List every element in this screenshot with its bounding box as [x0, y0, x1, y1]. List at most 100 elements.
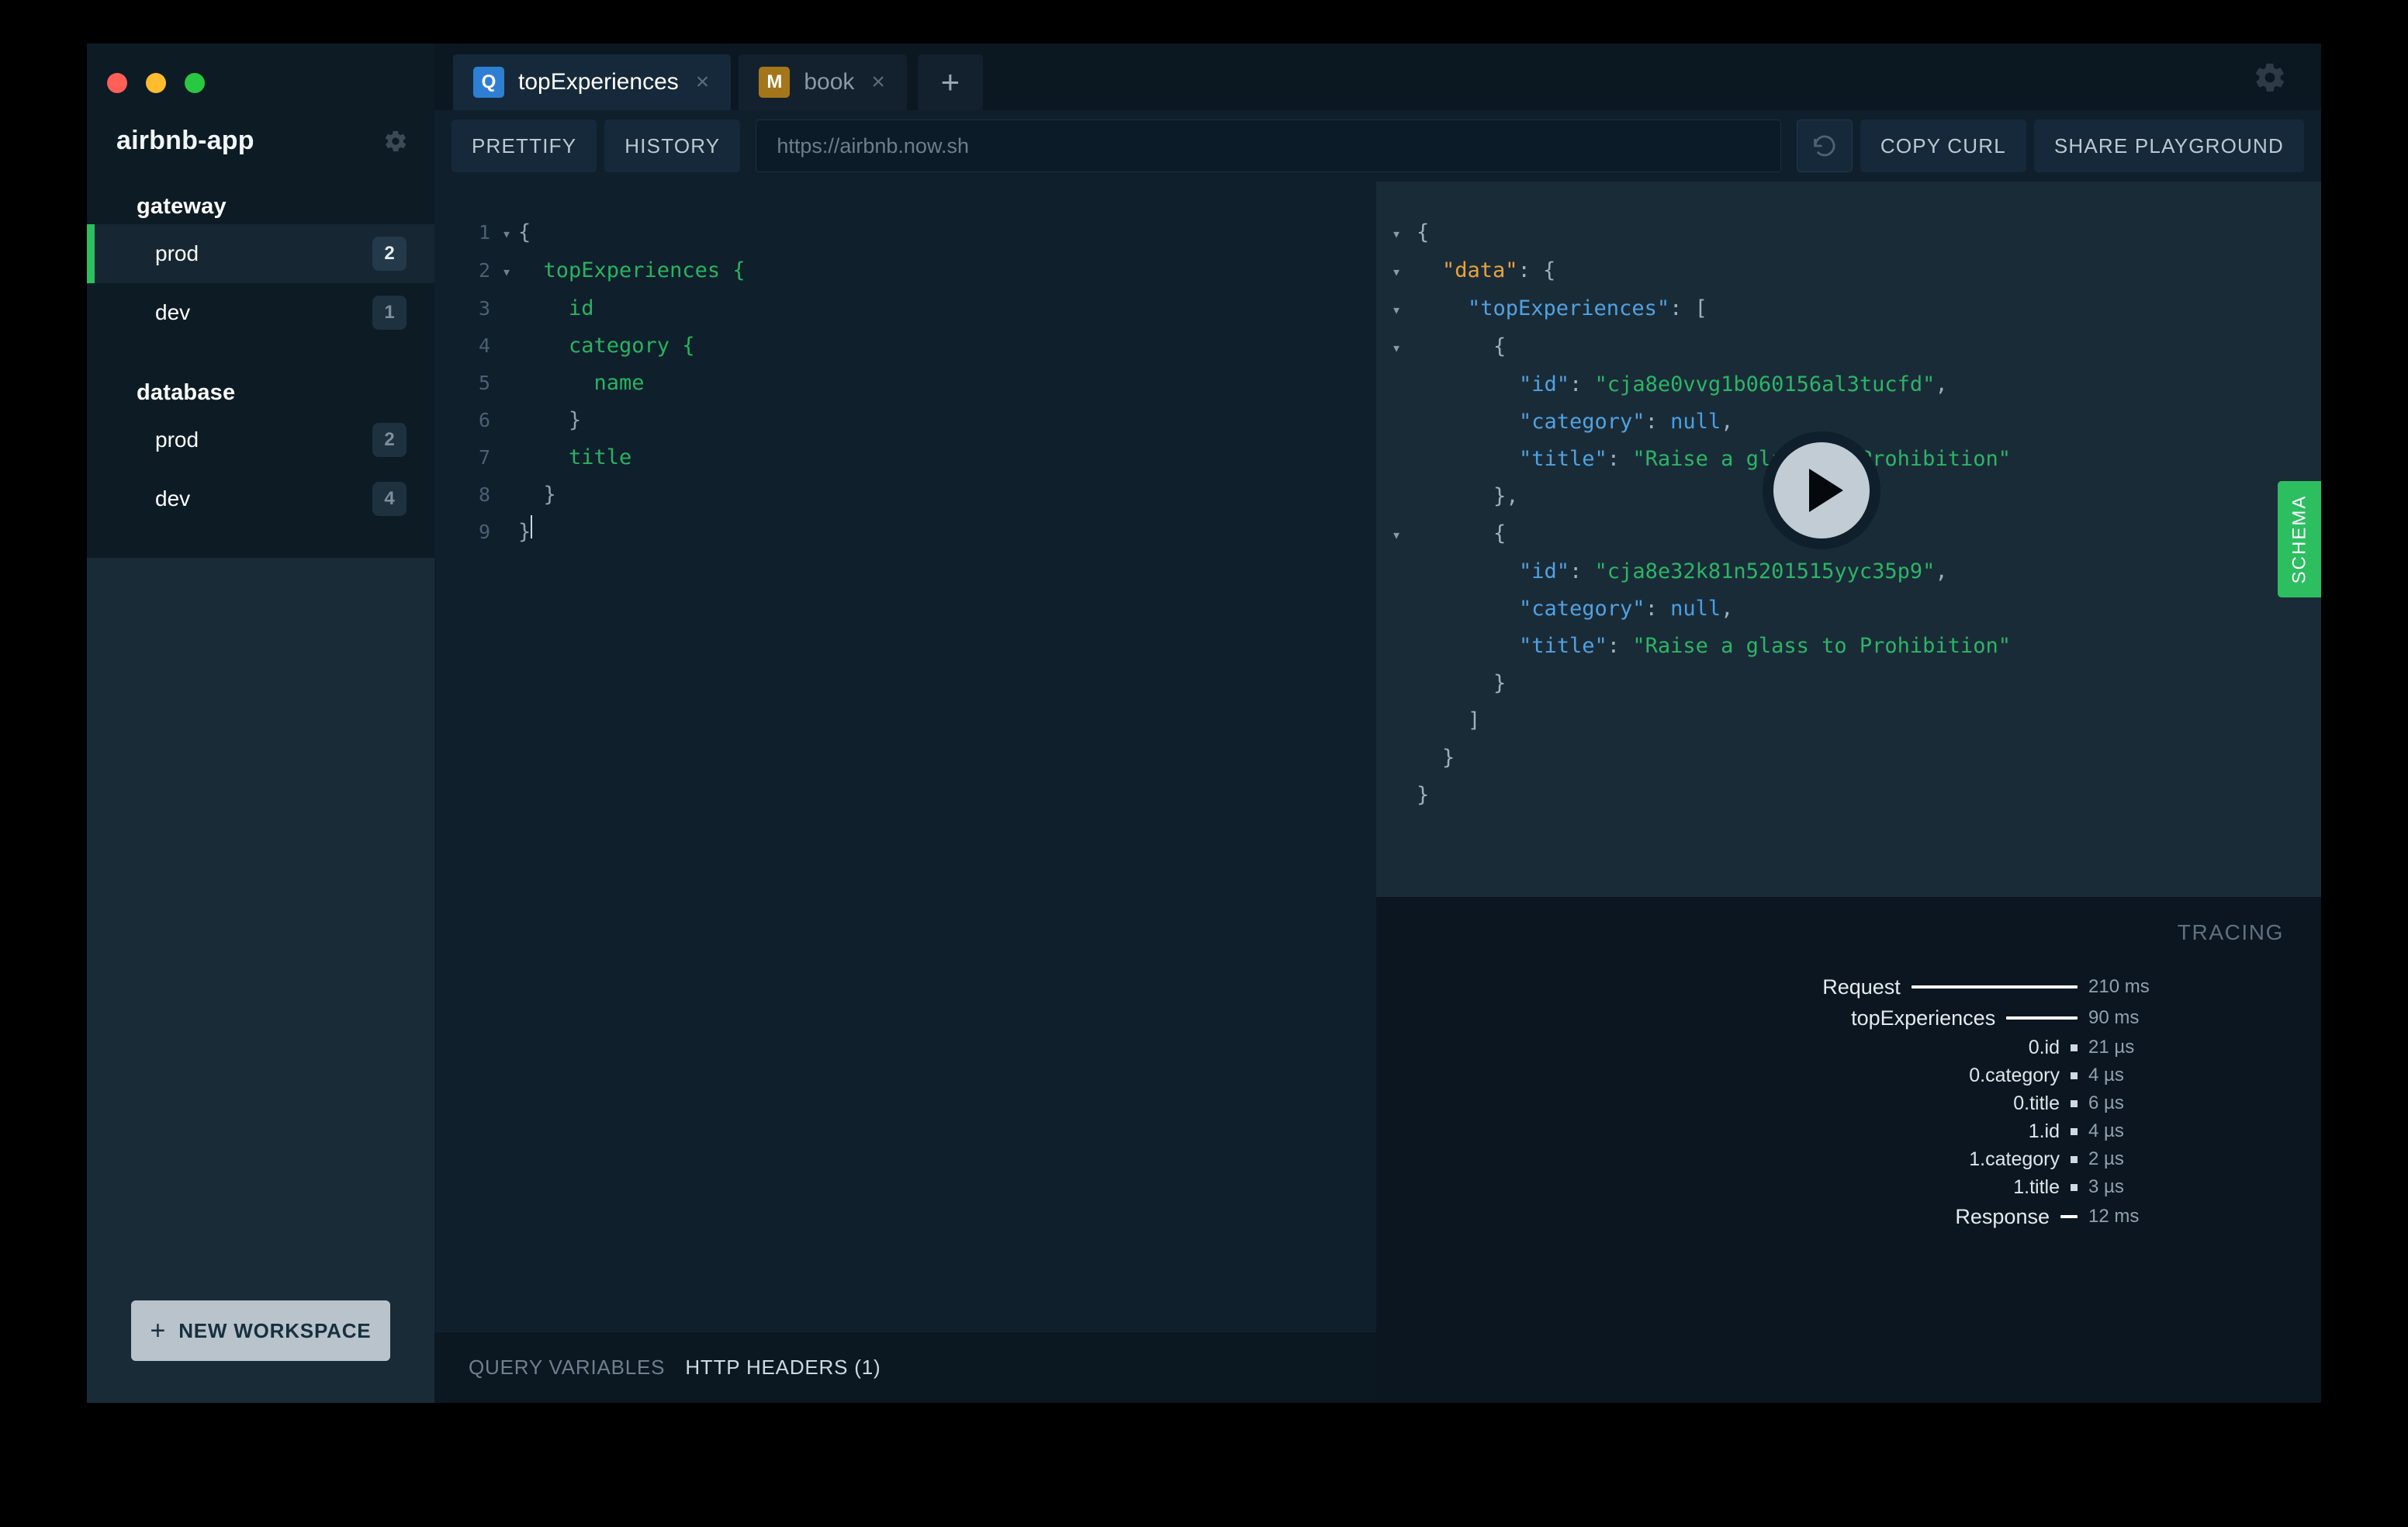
json-token: : [1569, 553, 1595, 590]
response-pane: ▾{▾"data": {▾"topExperiences": [▾{"id": … [1376, 182, 2321, 1403]
endpoint-url-input[interactable] [756, 119, 1781, 172]
trace-bar [2060, 1215, 2078, 1218]
sidebar-item-gateway-dev[interactable]: dev1 [87, 283, 434, 342]
close-window-button[interactable] [107, 73, 127, 93]
response-line: } [1376, 739, 2321, 777]
trace-duration: 4 µs [2088, 1065, 2181, 1086]
code-text: title [518, 439, 631, 476]
json-token: { [1493, 515, 1506, 552]
trace-duration: 4 µs [2088, 1120, 2181, 1142]
tab-http-headers[interactable]: HTTP HEADERS (1) [685, 1356, 881, 1380]
fold-toggle-icon[interactable]: ▾ [495, 215, 518, 252]
close-icon[interactable]: × [696, 71, 710, 94]
query-editor[interactable]: 1▾{2▾ topExperiences {3 id4 category {5 … [434, 182, 1376, 1331]
json-token: , [1935, 553, 1947, 590]
prettify-button[interactable]: PRETTIFY [452, 119, 597, 172]
response-line: ▾{ [1376, 328, 2321, 366]
json-token: }, [1493, 478, 1519, 515]
response-line: "id": "cja8e32k81n5201515yyc35p9", [1376, 553, 2321, 590]
trace-label: Response [1955, 1205, 2050, 1229]
line-number: 2 [434, 252, 495, 289]
trace-dot [2071, 1044, 2078, 1051]
trace-row: 0.category 4 µs [1376, 1061, 2181, 1089]
code-line: 2▾ topExperiences { [434, 252, 1376, 290]
tab-book[interactable]: Mbook× [739, 54, 907, 110]
fold-toggle-icon[interactable]: ▾ [495, 253, 518, 290]
line-number: 3 [434, 290, 495, 327]
json-token: } [1493, 665, 1506, 702]
fold-toggle-icon[interactable]: ▾ [1376, 516, 1417, 553]
tab-query-variables[interactable]: QUERY VARIABLES [469, 1356, 665, 1380]
code-text: { [518, 214, 531, 251]
line-number: 4 [434, 327, 495, 365]
gear-icon[interactable] [383, 129, 408, 154]
json-token: "title" [1519, 441, 1607, 478]
json-token: { [1493, 328, 1506, 365]
schema-tab-label: SCHEMA [2289, 495, 2310, 584]
trace-row: Request210 ms [1376, 971, 2181, 1002]
trace-row: 1.title3 µs [1376, 1173, 2181, 1201]
fold-toggle-icon[interactable]: ▾ [1376, 215, 1417, 252]
response-line: ] [1376, 702, 2321, 739]
json-token: : [1607, 441, 1633, 478]
trace-dot [2071, 1156, 2078, 1163]
trace-label: topExperiences [1851, 1006, 1995, 1030]
minimize-window-button[interactable] [146, 73, 166, 93]
trace-row: 0.id21 µs [1376, 1034, 2181, 1061]
fold-toggle-icon[interactable]: ▾ [1376, 253, 1417, 290]
trace-duration: 2 µs [2088, 1148, 2181, 1170]
tab-topExperiences[interactable]: QtopExperiences× [453, 54, 731, 110]
new-workspace-button[interactable]: + NEW WORKSPACE [131, 1300, 390, 1361]
sidebar-item-label: dev [155, 300, 372, 325]
copy-curl-button[interactable]: COPY CURL [1860, 119, 2026, 172]
code-line: 3 id [434, 290, 1376, 327]
sidebar-item-count: 1 [372, 296, 407, 330]
plus-icon: + [150, 1318, 167, 1344]
trace-bar [2006, 1016, 2078, 1020]
work-area: 1▾{2▾ topExperiences {3 id4 category {5 … [434, 182, 2321, 1403]
editor-footer: QUERY VARIABLES HTTP HEADERS (1) [434, 1331, 1376, 1403]
trace-row: 1.id4 µs [1376, 1117, 2181, 1145]
maximize-window-button[interactable] [185, 73, 205, 93]
response-line: "id": "cja8e0vvg1b060156al3tucfd", [1376, 366, 2321, 403]
json-token: "id" [1519, 366, 1569, 403]
trace-label: 0.category [1969, 1065, 2060, 1087]
gear-icon[interactable] [2253, 61, 2287, 95]
sidebar-item-label: prod [155, 241, 372, 266]
json-token: } [1442, 739, 1455, 777]
response-line: "category": null, [1376, 590, 2321, 628]
trace-row: 0.title6 µs [1376, 1089, 2181, 1117]
sidebar-item-database-prod[interactable]: prod2 [87, 410, 434, 469]
share-playground-button[interactable]: SHARE PLAYGROUND [2034, 119, 2304, 172]
schema-tab[interactable]: SCHEMA [2278, 481, 2321, 597]
tracing-title: TRACING [2178, 920, 2284, 945]
fold-toggle-icon[interactable]: ▾ [1376, 329, 1417, 366]
fold-toggle-icon[interactable]: ▾ [1376, 291, 1417, 328]
code-text: topExperiences { [518, 252, 746, 289]
response-line: ▾"topExperiences": [ [1376, 290, 2321, 328]
response-line: ▾"data": { [1376, 252, 2321, 290]
json-token: "data" [1442, 252, 1518, 289]
sidebar-item-database-dev[interactable]: dev4 [87, 469, 434, 528]
json-token: : [1645, 590, 1671, 628]
new-workspace-container: + NEW WORKSPACE [87, 1300, 434, 1361]
close-icon[interactable]: × [871, 71, 885, 94]
code-text: name [518, 365, 645, 402]
code-line: 8 } [434, 476, 1376, 514]
execute-query-button[interactable] [1763, 431, 1880, 549]
line-number: 7 [434, 439, 495, 476]
history-button[interactable]: HISTORY [604, 119, 740, 172]
project-group-title: database [87, 375, 434, 410]
workspace-title: airbnb-app [116, 126, 254, 156]
text-caret [531, 515, 532, 538]
sidebar-item-gateway-prod[interactable]: prod2 [87, 224, 434, 283]
new-workspace-label: NEW WORKSPACE [178, 1319, 371, 1343]
json-token: "title" [1519, 628, 1607, 665]
trace-row: topExperiences90 ms [1376, 1002, 2181, 1034]
window-controls [87, 43, 434, 93]
new-tab-button[interactable]: + [918, 54, 983, 110]
toolbar: PRETTIFY HISTORY COPY CURL SHARE PLAYGRO… [434, 110, 2321, 182]
reload-icon[interactable] [1797, 119, 1853, 172]
trace-dot [2071, 1100, 2078, 1107]
tab-type-badge: M [759, 67, 790, 98]
